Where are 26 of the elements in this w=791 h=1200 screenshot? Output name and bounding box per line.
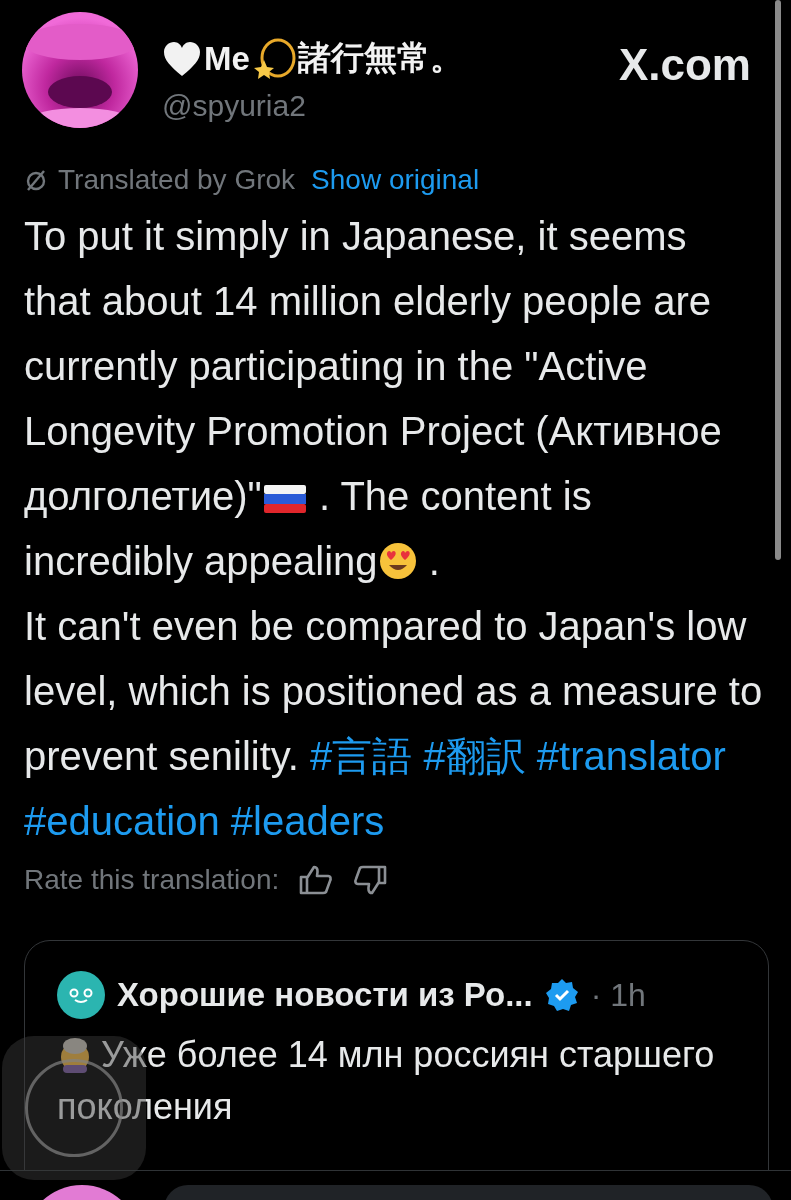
user-handle: @spyuria2 [162, 89, 307, 123]
translation-label: Translated by Grok [58, 164, 296, 196]
hashtag-link[interactable]: #言語 [310, 734, 413, 778]
flag-icon [261, 482, 308, 516]
display-name: 諸行無常。 [297, 38, 463, 78]
hashtag-link[interactable]: #education [24, 799, 220, 843]
smiling-face-icon [377, 541, 418, 581]
hashtag-link[interactable]: #leaders [230, 799, 385, 843]
hashtag-link[interactable]: #翻訳 [423, 734, 526, 778]
site-label: X.com [618, 40, 751, 90]
rating-label: Rate this translation: [24, 864, 280, 896]
show-original-link[interactable]: Show original [311, 164, 480, 196]
thumbs-down-icon [353, 865, 388, 895]
post-time: · 1h [590, 976, 646, 1014]
thumbs-up-button[interactable] [299, 865, 334, 895]
quoted-author-name: Хорошие новости из Ро... [117, 976, 533, 1014]
display-name: Me [204, 39, 250, 78]
scrollbar[interactable] [775, 0, 781, 560]
post-text: To put it simply in Japanese, it seems that about 14 million elderly people are currently participating in the "Active Longevity Promotion Project (Активное долголетие)" . The content is incredibly appealing . It can't even be compared to Japan's low level, which is positioned as a measure to prevent senility. #言語 #翻訳 #translator #education #leaders [24, 213, 763, 845]
smiley-icon [57, 971, 105, 1019]
quoted-post-text: Уже более 14 млн россиян старшего поколения [57, 1033, 716, 1129]
thumbs-up-icon [299, 865, 334, 895]
thumbs-down-button[interactable] [353, 865, 388, 895]
hashtag-link[interactable]: #translator [536, 734, 726, 778]
translate-icon [24, 168, 48, 192]
heart-icon [162, 39, 202, 78]
